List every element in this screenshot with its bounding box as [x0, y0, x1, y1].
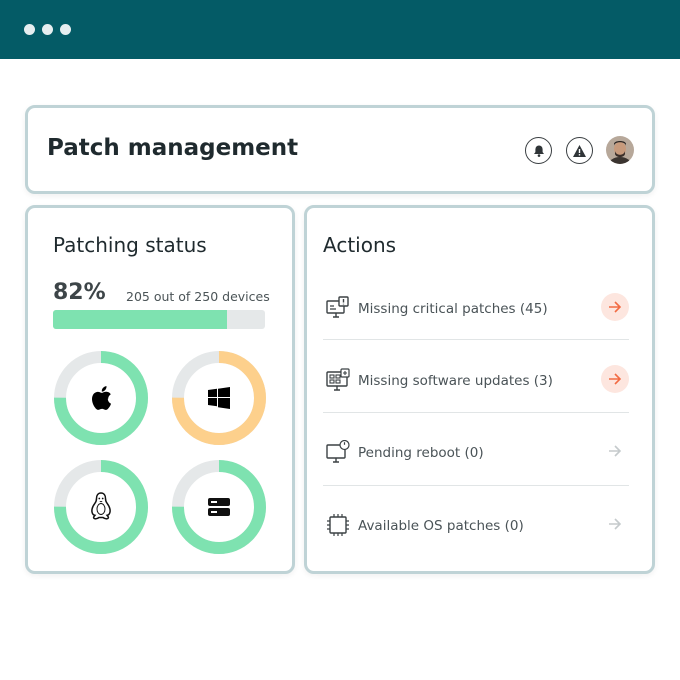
arrow-right-icon[interactable]: [601, 365, 629, 393]
window-titlebar: [0, 0, 680, 59]
divider: [323, 339, 629, 340]
arrow-right-icon[interactable]: [601, 437, 629, 465]
windows-ring[interactable]: [171, 350, 267, 446]
arrow-right-icon[interactable]: [601, 293, 629, 321]
patching-status-title: Patching status: [53, 233, 207, 257]
action-label: Pending reboot (0): [358, 445, 484, 461]
action-row-os-patches[interactable]: Available OS patches (0): [323, 487, 627, 559]
action-label: Available OS patches (0): [358, 518, 524, 534]
action-row-software-updates[interactable]: Missing software updates (3): [323, 342, 629, 414]
page-title: Patch management: [47, 135, 299, 161]
window-dot-1[interactable]: [24, 24, 35, 35]
apple-ring[interactable]: [53, 350, 149, 446]
window-dot-3[interactable]: [60, 24, 71, 35]
actions-title: Actions: [323, 233, 397, 257]
linux-icon: [91, 492, 111, 520]
patch-percent: 82%: [53, 280, 106, 305]
patching-status-card: Patching status 82% 205 out of 250 devic…: [25, 205, 295, 574]
arrow-right-icon[interactable]: [601, 510, 629, 538]
linux-ring[interactable]: [53, 459, 149, 555]
server-ring[interactable]: [171, 459, 267, 555]
warning-icon[interactable]: [566, 137, 593, 164]
server-icon: [208, 498, 230, 516]
monitor-apps-icon: [326, 368, 350, 391]
patch-progress-bar: [53, 310, 265, 329]
windows-icon: [208, 387, 230, 409]
action-label: Missing critical patches (45): [358, 301, 548, 317]
window-dot-2[interactable]: [42, 24, 53, 35]
monitor-alert-icon: [326, 296, 349, 318]
action-row-critical-patches[interactable]: Missing critical patches (45): [323, 270, 629, 342]
actions-card: Actions Missing critical patches (45) Mi…: [304, 205, 655, 574]
bell-icon[interactable]: [525, 137, 552, 164]
apple-icon: [92, 386, 111, 410]
header-card: Patch management: [25, 105, 655, 194]
devices-count: 205 out of 250 devices: [126, 289, 270, 304]
divider: [323, 412, 629, 413]
user-avatar[interactable]: [606, 136, 634, 164]
divider: [323, 485, 629, 486]
chip-icon: [327, 514, 349, 536]
monitor-power-icon: [326, 440, 350, 463]
action-label: Missing software updates (3): [358, 373, 553, 389]
patch-progress-fill: [53, 310, 227, 329]
action-row-pending-reboot[interactable]: Pending reboot (0): [323, 414, 627, 486]
